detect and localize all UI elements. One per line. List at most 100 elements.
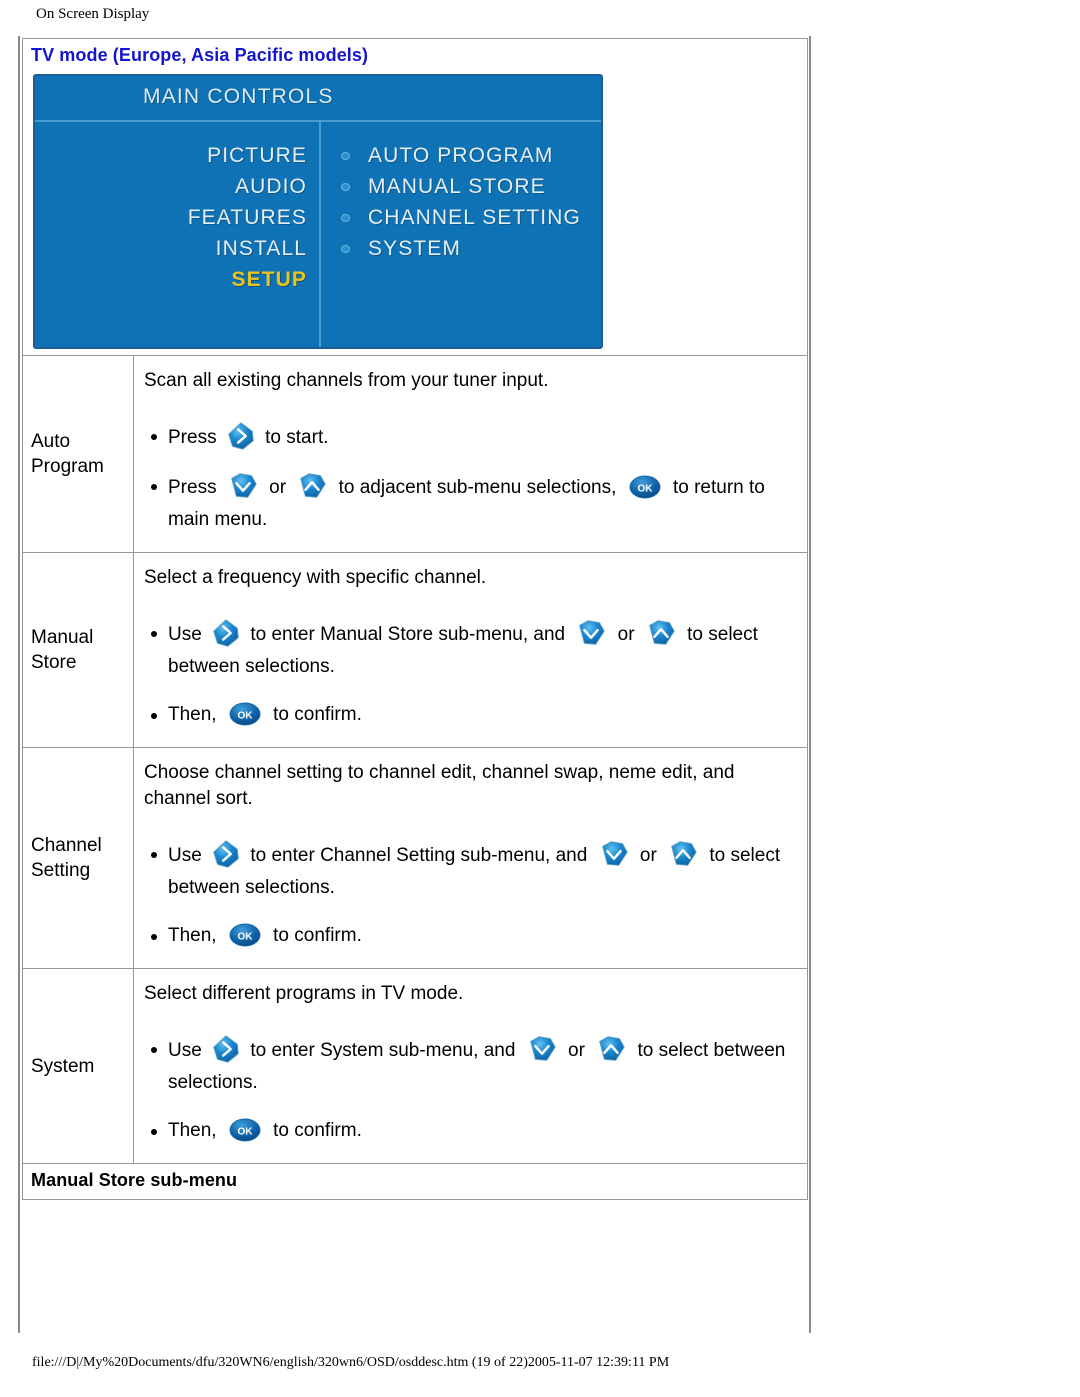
osd-left-menu: PICTURE AUDIO FEATURES INSTALL SETUP — [35, 122, 321, 347]
osd-submenu-item-system[interactable]: SYSTEM — [341, 233, 601, 264]
bullet-text: to adjacent sub-menu selections, — [338, 477, 617, 498]
page-title: TV mode (Europe, Asia Pacific models) — [31, 45, 369, 65]
row-label-line2: Setting — [31, 860, 91, 881]
row-description-auto-program: Scan all existing channels from your tun… — [133, 355, 808, 553]
description-intro: Choose channel setting to channel edit, … — [144, 762, 735, 809]
list-item: Then, to confirm. — [151, 699, 799, 731]
list-item: Press or to adjacent sub-menu selections… — [151, 470, 799, 536]
osd-menu-item-picture[interactable]: PICTURE — [35, 140, 307, 171]
osd-menu-item-setup[interactable]: SETUP — [35, 264, 307, 295]
row-label-line2: Store — [31, 652, 77, 673]
row-label-line1: Channel — [31, 835, 102, 856]
osd-menu-item-audio[interactable]: AUDIO — [35, 171, 307, 202]
osd-title-bar: MAIN CONTROLS — [35, 76, 601, 122]
bullet-text: to enter Manual Store sub-menu, and — [250, 624, 566, 645]
description-bullet-list: Press to start. Press or to adjacent sub… — [144, 420, 799, 536]
bullet-text: or — [639, 845, 657, 866]
bullet-text: to start. — [265, 427, 329, 448]
table-row-section-title: Manual Store sub-menu — [22, 1163, 808, 1200]
row-label-channel-setting: Channel Setting — [22, 747, 134, 969]
row-label-line1: Manual — [31, 627, 94, 648]
osd-submenu-label: SYSTEM — [368, 237, 461, 260]
row-description-channel-setting: Choose channel setting to channel edit, … — [133, 747, 808, 969]
table-row: Auto Program Scan all existing channels … — [22, 355, 808, 553]
down-arrow-key-icon — [524, 1033, 560, 1065]
osd-submenu-label: MANUAL STORE — [368, 175, 546, 198]
table-row: Channel Setting Choose channel setting t… — [22, 747, 808, 969]
right-arrow-key-icon — [210, 617, 242, 649]
down-arrow-key-icon — [225, 470, 261, 502]
bullet-text: Then, — [168, 925, 217, 946]
list-item: Press to start. — [151, 420, 799, 454]
table-row-blank — [23, 1200, 808, 1313]
osd-submenu-label: CHANNEL SETTING — [368, 206, 581, 229]
list-item: Then, to confirm. — [151, 920, 799, 952]
bullet-dot-icon — [341, 151, 350, 160]
right-arrow-key-icon — [210, 838, 242, 870]
description-intro: Scan all existing channels from your tun… — [144, 370, 549, 391]
list-item: Use to enter System sub-menu, and or to … — [151, 1033, 799, 1099]
row-label-line1: System — [31, 1055, 95, 1077]
bullet-text: Press — [168, 427, 217, 448]
table-row-section-title: TV mode (Europe, Asia Pacific models) — [22, 38, 808, 74]
blank-area — [23, 1200, 808, 1313]
bullet-text: to enter Channel Setting sub-menu, and — [250, 845, 588, 866]
description-intro: Select different programs in TV mode. — [144, 983, 464, 1004]
up-arrow-key-icon — [593, 1033, 629, 1065]
osd-description-table: TV mode (Europe, Asia Pacific models) MA… — [22, 38, 808, 1312]
bullet-text: to confirm. — [273, 925, 362, 946]
row-description-system: Select different programs in TV mode. Us… — [133, 968, 808, 1164]
right-arrow-key-icon — [225, 420, 257, 452]
up-arrow-key-icon — [643, 617, 679, 649]
bullet-dot-icon — [341, 182, 350, 191]
ok-key-icon — [225, 699, 265, 729]
osd-right-submenu: AUTO PROGRAM MANUAL STORE CHANNEL SETTIN… — [321, 122, 601, 347]
description-intro: Select a frequency with specific channel… — [144, 567, 487, 588]
osd-title: MAIN CONTROLS — [143, 85, 334, 108]
table-row: System Select different programs in TV m… — [22, 968, 808, 1164]
right-arrow-key-icon — [210, 1033, 242, 1065]
ok-key-icon — [625, 472, 665, 502]
osd-submenu-label: AUTO PROGRAM — [368, 144, 554, 167]
section-heading: Manual Store sub-menu — [31, 1170, 238, 1190]
page-footer-path: file:///D|/My%20Documents/dfu/320WN6/eng… — [32, 1355, 670, 1370]
tv-mode-title-cell: TV mode (Europe, Asia Pacific models) — [22, 38, 808, 74]
up-arrow-key-icon — [294, 470, 330, 502]
row-label-auto-program: Auto Program — [22, 355, 134, 553]
bullet-dot-icon — [341, 244, 350, 253]
bullet-text: to confirm. — [273, 704, 362, 725]
list-item: Then, to confirm. — [151, 1115, 799, 1147]
row-label-line1: Auto — [31, 431, 71, 452]
ok-key-icon — [225, 920, 265, 950]
bullet-text: or — [568, 1040, 585, 1061]
osd-image-cell: MAIN CONTROLS PICTURE AUDIO FEATURES INS… — [22, 74, 808, 356]
bullet-text: Use — [168, 1040, 202, 1061]
up-arrow-key-icon — [665, 838, 701, 870]
bullet-text: or — [269, 477, 287, 498]
osd-menu-item-install[interactable]: INSTALL — [35, 233, 307, 264]
osd-submenu-item-channel-setting[interactable]: CHANNEL SETTING — [341, 202, 601, 233]
bullet-text: Use — [168, 845, 202, 866]
bullet-text: Then, — [168, 704, 217, 725]
bullet-text: Press — [168, 477, 217, 498]
osd-body: PICTURE AUDIO FEATURES INSTALL SETUP AUT… — [35, 122, 601, 347]
osd-submenu-item-manual-store[interactable]: MANUAL STORE — [341, 171, 601, 202]
row-label-manual-store: Manual Store — [22, 552, 134, 748]
osd-main-controls-panel: MAIN CONTROLS PICTURE AUDIO FEATURES INS… — [33, 74, 603, 349]
down-arrow-key-icon — [573, 617, 609, 649]
row-label-line2: Program — [31, 456, 104, 477]
page-header-title: On Screen Display — [36, 6, 150, 22]
table-row: Manual Store Select a frequency with spe… — [22, 552, 808, 748]
manual-store-submenu-title-cell: Manual Store sub-menu — [22, 1163, 808, 1200]
description-bullet-list: Use to enter Channel Setting sub-menu, a… — [144, 838, 799, 952]
bullet-text: to enter System sub-menu, and — [250, 1040, 516, 1061]
bullet-text: Use — [168, 624, 202, 645]
description-bullet-list: Use to enter System sub-menu, and or to … — [144, 1033, 799, 1147]
bullet-text: Then, — [168, 1120, 217, 1141]
osd-menu-item-features[interactable]: FEATURES — [35, 202, 307, 233]
row-label-system: System — [22, 968, 134, 1164]
ok-key-icon — [225, 1115, 265, 1145]
list-item: Use to enter Manual Store sub-menu, and … — [151, 617, 799, 683]
osd-submenu-item-auto-program[interactable]: AUTO PROGRAM — [341, 140, 601, 171]
down-arrow-key-icon — [596, 838, 632, 870]
